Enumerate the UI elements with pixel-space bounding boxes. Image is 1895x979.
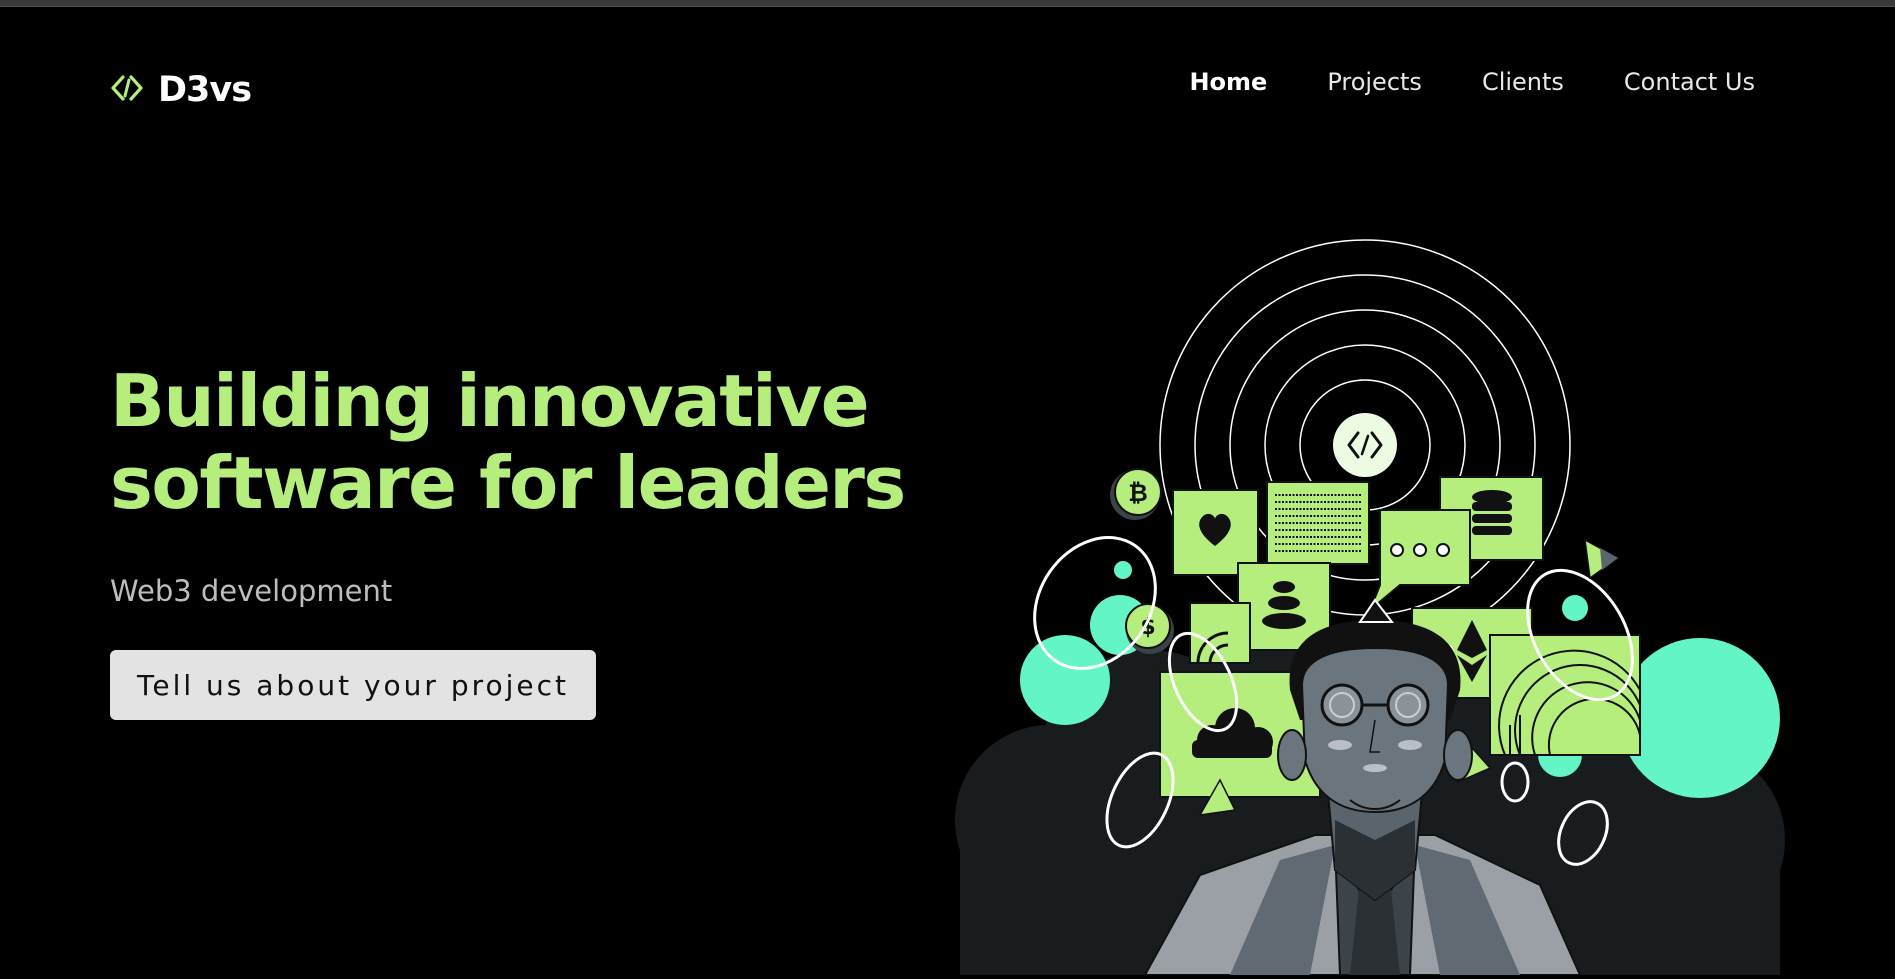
hero-headline-line-2: software for leaders — [110, 441, 906, 525]
dollar-coin-icon: $ — [1125, 603, 1174, 654]
brand-name: D3vs — [158, 70, 252, 110]
code-diamond-icon — [1333, 413, 1397, 477]
tell-us-about-project-button[interactable]: Tell us about your project — [110, 650, 596, 720]
site-header: D3vs Home Projects Clients Contact Us — [0, 0, 1895, 180]
bitcoin-coin-icon: ₿ — [1110, 468, 1162, 520]
nav-projects-link[interactable]: Projects — [1327, 68, 1422, 96]
binary-card — [1266, 481, 1370, 565]
hero-headline-line-1: Building innovative — [110, 359, 870, 443]
hero-section: Building innovative software for leaders… — [110, 360, 990, 720]
main-nav: Home Projects Clients Contact Us — [1189, 68, 1755, 96]
nav-home-link[interactable]: Home — [1189, 68, 1267, 96]
hero-illustration: ₿ $ — [930, 220, 1810, 979]
hero-subheadline: Web3 development — [110, 574, 393, 608]
chat-bubble-icon — [1390, 543, 1450, 557]
code-diamond-icon — [110, 71, 144, 109]
hero-headline: Building innovative software for leaders — [110, 360, 990, 524]
nav-clients-link[interactable]: Clients — [1482, 68, 1564, 96]
chat-card — [1369, 509, 1471, 611]
nav-contact-link[interactable]: Contact Us — [1624, 68, 1755, 96]
svg-text:₿: ₿ — [1128, 479, 1148, 507]
brand-logo[interactable]: D3vs — [110, 70, 252, 110]
